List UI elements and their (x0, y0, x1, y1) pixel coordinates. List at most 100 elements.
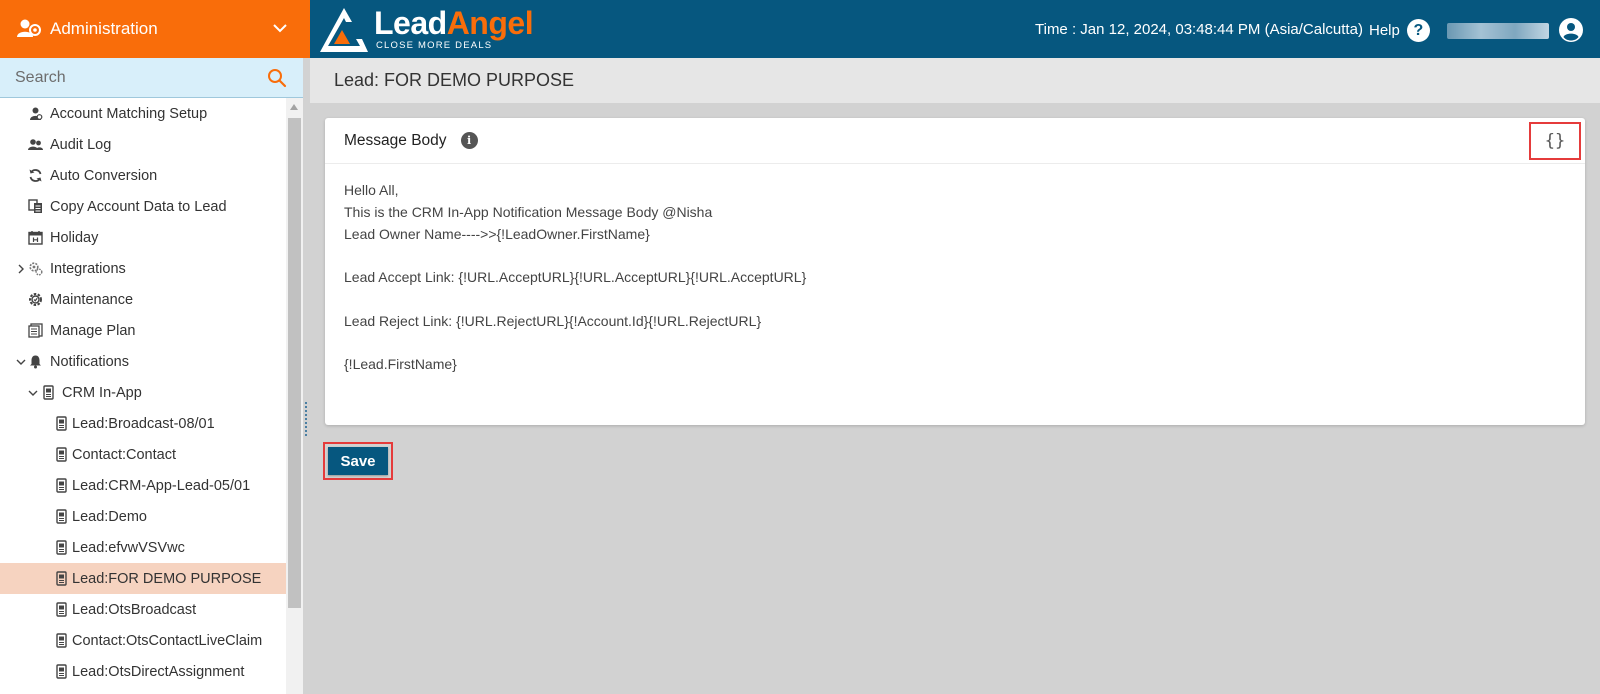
sidebar-item-auto-conversion[interactable]: Auto Conversion (0, 160, 286, 191)
sidebar-item-label: CRM In-App (62, 384, 142, 401)
sidebar-item-lead-otsbroadcast[interactable]: Lead:OtsBroadcast (0, 594, 286, 625)
device-icon (54, 478, 69, 493)
message-body-line (344, 333, 806, 355)
sidebar-item-contact-contact[interactable]: Contact:Contact (0, 439, 286, 470)
calendar-icon (28, 230, 43, 245)
message-body-line: Lead Reject Link: {!URL.RejectURL}{!Acco… (344, 312, 762, 329)
chevron-down-icon[interactable] (28, 388, 38, 398)
panel-resize-handle[interactable] (303, 400, 309, 436)
sidebar-item-label: Contact:OtsContactLiveClaim (72, 632, 263, 649)
sidebar-item-label: Integrations (50, 260, 126, 277)
sidebar-item-label: Contact:Contact (72, 446, 176, 463)
help-button[interactable]: Help ? (1369, 19, 1430, 42)
chevron-right-icon[interactable] (16, 264, 26, 274)
admin-label: Administration (50, 19, 158, 38)
message-body-line: This is the CRM In-App Notification Mess… (344, 203, 713, 220)
device-icon (54, 416, 69, 431)
sidebar-item-lead-broadcast[interactable]: Lead:Broadcast-08/01 (0, 408, 286, 439)
save-button-highlight: Save (323, 442, 393, 480)
logo-lead-text: Lead (374, 5, 447, 42)
sidebar-item-label: Audit Log (50, 136, 112, 153)
info-icon[interactable]: i (460, 132, 478, 149)
gears-icon (28, 261, 43, 276)
search-input[interactable] (15, 68, 255, 87)
sidebar-item-account-matching-setup[interactable]: Account Matching Setup (0, 98, 286, 129)
logo-tagline: CLOSE MORE DEALS (376, 40, 493, 52)
scroll-up-arrow-icon[interactable] (290, 104, 298, 110)
sidebar-item-maintenance[interactable]: Maintenance (0, 284, 286, 315)
chevron-down-icon[interactable] (16, 357, 26, 367)
logo-angel-text: Angel (446, 5, 534, 42)
sidebar-item-label: Manage Plan (50, 322, 136, 339)
device-icon (54, 633, 69, 648)
page-title: Lead: FOR DEMO PURPOSE (310, 58, 1600, 103)
device-icon (54, 447, 69, 462)
sidebar-item-label: Auto Conversion (50, 167, 158, 184)
sidebar-scrollbar[interactable] (286, 98, 303, 694)
sidebar-item-lead-crm-app-lead[interactable]: Lead:CRM-App-Lead-05/01 (0, 470, 286, 501)
sidebar-item-label: Lead:Broadcast-08/01 (72, 415, 215, 432)
sidebar-item-label: Lead:OtsDirectAssignment (72, 663, 245, 680)
sidebar-item-label: Lead:CRM-App-Lead-05/01 (72, 477, 251, 494)
sidebar-item-notifications[interactable]: Notifications (0, 346, 286, 377)
message-body-line (344, 289, 806, 311)
sidebar-item-crm-in-app[interactable]: CRM In-App (0, 377, 286, 408)
device-icon (54, 540, 69, 555)
sidebar-item-contact-otscontactliveclaim[interactable]: Contact:OtsContactLiveClaim (0, 625, 286, 656)
message-body-line (344, 245, 806, 267)
bell-icon (28, 354, 43, 369)
sidebar-item-holiday[interactable]: Holiday (0, 222, 286, 253)
card-title: Message Body (344, 131, 447, 149)
device-icon (54, 571, 69, 586)
account-matching-icon (28, 106, 43, 121)
sidebar-item-label: Lead:FOR DEMO PURPOSE (72, 570, 262, 587)
sidebar-item-copy-account-data[interactable]: Copy Account Data to Lead (0, 191, 286, 222)
sidebar-item-label: Notifications (50, 353, 129, 370)
users-icon (28, 137, 43, 152)
sidebar-item-label: Maintenance (50, 291, 134, 308)
message-body-line: Lead Accept Link: {!URL.AcceptURL}{!URL.… (344, 269, 807, 286)
admin-menu-dropdown[interactable]: Administration (0, 0, 310, 58)
sidebar-item-label: Lead:efvwVSVwc (72, 539, 185, 556)
device-icon (54, 602, 69, 617)
leadangel-logo[interactable]: LeadAngel CLOSE MORE DEALS (316, 4, 534, 54)
logo-mark-icon (320, 8, 368, 52)
message-body-line: {!Lead.FirstName} (344, 356, 457, 373)
copy-data-icon (28, 199, 43, 214)
sidebar-item-lead-demo[interactable]: Lead:Demo (0, 501, 286, 532)
sidebar-item-label: Lead:Demo (72, 508, 147, 525)
question-circle-icon: ? (1406, 19, 1430, 42)
card-header: Message Body i (325, 118, 1585, 164)
user-name-redacted[interactable] (1447, 23, 1549, 39)
sidebar-item-lead-otsdirectassignment[interactable]: Lead:OtsDirectAssignment (0, 656, 286, 687)
navigation-tree: Account Matching Setup Audit Log Auto Co… (0, 98, 286, 694)
message-body-text[interactable]: Hello All, This is the CRM In-App Notific… (344, 180, 806, 376)
sidebar-item-audit-log[interactable]: Audit Log (0, 129, 286, 160)
sidebar-item-label: Holiday (50, 229, 99, 246)
device-icon (54, 664, 69, 679)
sidebar-item-lead-efvwvsvwc[interactable]: Lead:efvwVSVwc (0, 532, 286, 563)
scrollbar-thumb[interactable] (288, 118, 301, 608)
top-bar: Administration LeadAngel CLOSE MORE DEAL… (0, 0, 1600, 58)
current-time: Time : Jan 12, 2024, 03:48:44 PM (Asia/C… (1035, 21, 1363, 38)
plan-icon (28, 323, 43, 338)
device-icon (41, 385, 56, 400)
admin-users-icon (17, 19, 41, 37)
sidebar-item-label: Lead:OtsBroadcast (72, 601, 197, 618)
search-icon[interactable] (267, 68, 287, 88)
sidebar: Account Matching Setup Audit Log Auto Co… (0, 58, 303, 694)
merge-fields-button[interactable]: {} (1529, 122, 1581, 160)
maintenance-gear-icon (28, 292, 43, 307)
chevron-down-icon (273, 24, 287, 33)
sidebar-item-manage-plan[interactable]: Manage Plan (0, 315, 286, 346)
sidebar-search (0, 58, 303, 98)
sidebar-item-integrations[interactable]: Integrations (0, 253, 286, 284)
user-account-icon[interactable] (1559, 18, 1583, 42)
message-body-line: Lead Owner Name---->>{!LeadOwner.FirstNa… (344, 225, 650, 242)
save-button[interactable]: Save (328, 447, 388, 475)
device-icon (54, 509, 69, 524)
sync-icon (28, 168, 43, 183)
sidebar-item-lead-for-demo-purpose[interactable]: Lead:FOR DEMO PURPOSE (0, 563, 286, 594)
help-label: Help (1369, 22, 1400, 39)
message-body-line: Hello All, (344, 182, 399, 198)
